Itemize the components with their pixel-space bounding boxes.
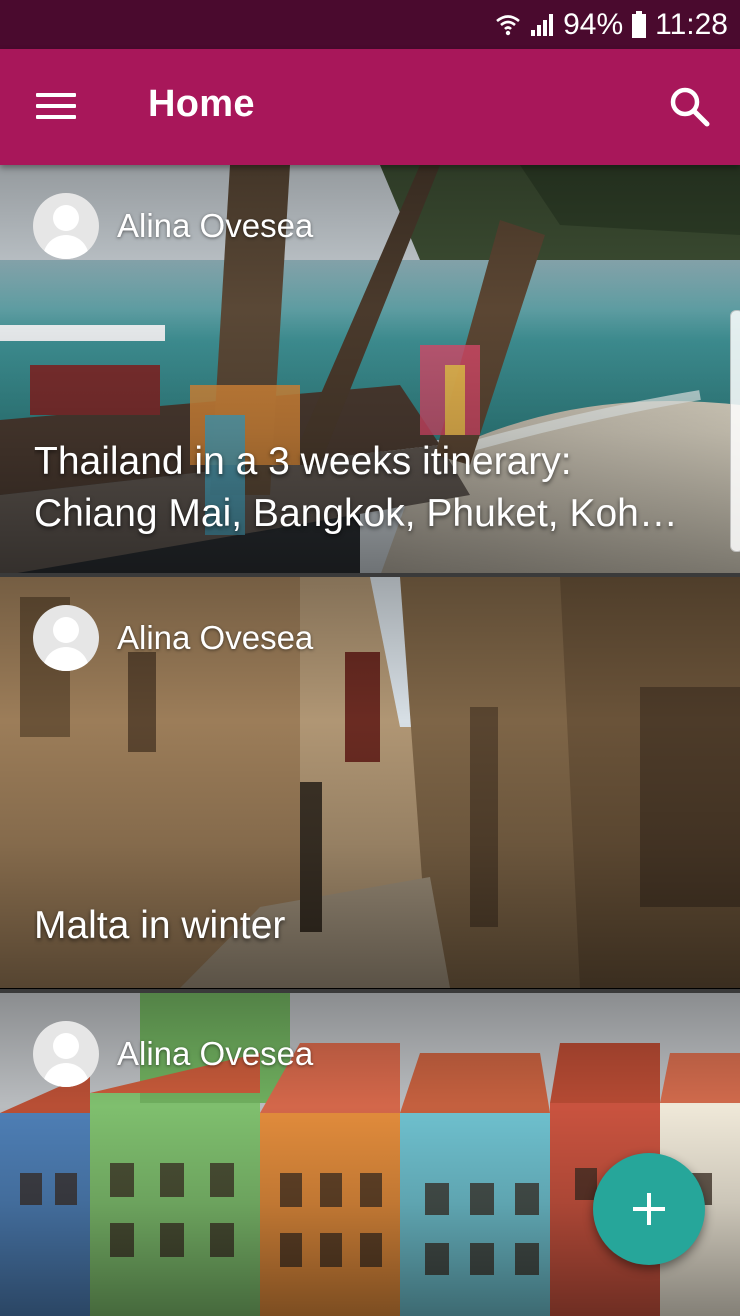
- avatar: [33, 193, 99, 259]
- search-icon: [670, 87, 710, 127]
- app-bar: Home: [0, 49, 740, 165]
- scrollbar-thumb[interactable]: [730, 310, 740, 552]
- avatar: [33, 1021, 99, 1087]
- menu-button[interactable]: [36, 89, 78, 123]
- status-bar: 94% 11:28: [0, 0, 740, 49]
- author-name: Alina Ovesea: [117, 207, 314, 244]
- post-author[interactable]: Alina Ovesea: [33, 193, 313, 259]
- post-author[interactable]: Alina Ovesea: [33, 605, 313, 671]
- post-title: Malta in winter: [34, 904, 286, 947]
- status-icons: 94% 11:28: [495, 6, 728, 44]
- post-feed: Alina Ovesea Thailand in a 3 weeks itine…: [0, 165, 740, 1316]
- post-card-thailand[interactable]: Alina Ovesea Thailand in a 3 weeks itine…: [0, 165, 740, 576]
- add-post-button[interactable]: [593, 1153, 705, 1265]
- search-button[interactable]: [668, 85, 712, 129]
- author-name: Alina Ovesea: [117, 619, 314, 656]
- post-author[interactable]: Alina Ovesea: [33, 1021, 313, 1087]
- wifi-icon: [495, 12, 521, 38]
- page-title: Home: [148, 83, 255, 125]
- avatar: [33, 605, 99, 671]
- battery-icon: [631, 11, 647, 39]
- post-card-houses[interactable]: Alina Ovesea: [0, 993, 740, 1316]
- post-title: Thailand in a 3 weeks itinerary: Chiang …: [34, 440, 639, 535]
- clock: 11:28: [655, 8, 728, 41]
- post-card-malta[interactable]: Alina Ovesea Malta in winter: [0, 577, 740, 988]
- battery-percent: 94%: [563, 8, 624, 41]
- signal-icon: [529, 12, 555, 38]
- author-name: Alina Ovesea: [117, 1035, 314, 1072]
